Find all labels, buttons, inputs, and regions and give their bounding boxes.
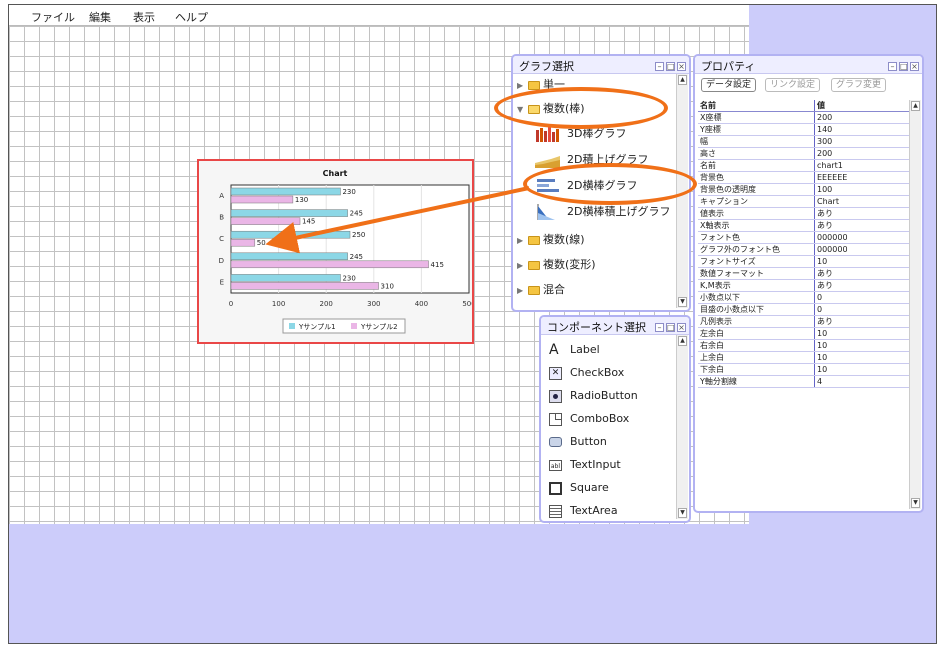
annotation-arrow	[265, 186, 530, 254]
application-window: ファイル 編集 表示 ヘルプ Chart0100200300400500A230…	[8, 4, 937, 644]
arrow-line	[265, 186, 530, 254]
